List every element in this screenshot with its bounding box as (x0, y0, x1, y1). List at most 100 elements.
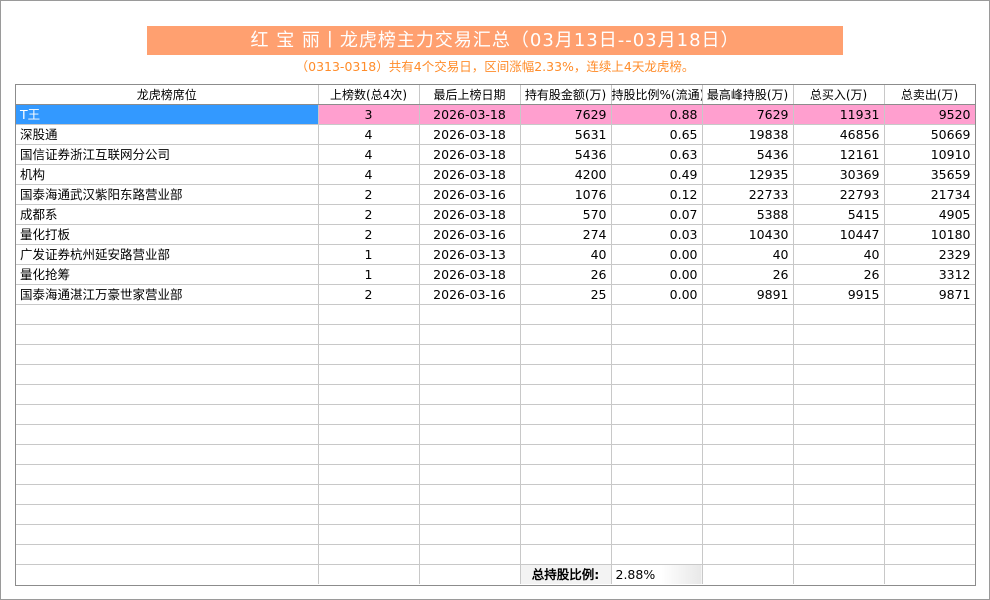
empty-cell (611, 404, 703, 425)
column-header-holding-amount[interactable]: 持有股金额(万) (520, 85, 612, 105)
table-row[interactable]: 国泰海通湛江万豪世家营业部 2 2026-03-16 25 0.00 9891 9915 98… (16, 284, 975, 305)
empty-cell (884, 544, 975, 565)
cell-total-buy: 11931 (793, 104, 885, 125)
table-row[interactable]: 国泰海通武汉紫阳东路营业部 2 2026-03-16 1076 0.12 22733 227… (16, 184, 975, 205)
table-row[interactable]: 成都系 2 2026-03-18 570 0.07 5388 5415 4905 (16, 204, 975, 225)
cell-holding-amount: 5436 (520, 144, 612, 165)
empty-cell (793, 424, 885, 445)
column-header-total-sell[interactable]: 总卖出(万) (884, 85, 975, 105)
empty-cell (611, 524, 703, 545)
empty-row (16, 404, 975, 425)
cell-holding-ratio: 0.49 (611, 164, 703, 185)
column-header-peak-holding[interactable]: 最高峰持股(万) (702, 85, 794, 105)
empty-row (16, 424, 975, 445)
empty-cell (702, 444, 794, 465)
table-row[interactable]: T王 3 2026-03-18 7629 0.88 7629 11931 9520 (16, 104, 975, 125)
table-row[interactable]: 广发证券杭州延安路营业部 1 2026-03-13 40 0.00 40 40 2329 (16, 244, 975, 265)
empty-cell (884, 304, 975, 325)
cell-peak-holding: 19838 (702, 124, 794, 145)
empty-cell (520, 324, 612, 345)
empty-cell (318, 484, 420, 505)
footer-empty-cell (318, 564, 420, 584)
empty-cell (702, 364, 794, 385)
empty-cell (884, 344, 975, 365)
table-row[interactable]: 机构 4 2026-03-18 4200 0.49 12935 30369 35659 (16, 164, 975, 185)
cell-seat-name: 国泰海通湛江万豪世家营业部 (16, 284, 319, 305)
empty-cell (702, 404, 794, 425)
empty-cell (884, 504, 975, 525)
cell-holding-ratio: 0.03 (611, 224, 703, 245)
cell-total-buy: 40 (793, 244, 885, 265)
cell-total-buy: 30369 (793, 164, 885, 185)
empty-cell (419, 464, 521, 485)
column-header-total-buy[interactable]: 总买入(万) (793, 85, 885, 105)
empty-row (16, 524, 975, 545)
empty-cell (611, 324, 703, 345)
cell-total-sell: 35659 (884, 164, 975, 185)
table-row[interactable]: 国信证券浙江互联网分公司 4 2026-03-18 5436 0.63 5436 12161… (16, 144, 975, 165)
footer-empty-cell (793, 564, 885, 584)
dragon-tiger-table-container[interactable]: 龙虎榜席位 上榜数(总4次) 最后上榜日期 持有股金额(万) 持股比例%(流通)… (15, 84, 976, 586)
cell-holding-ratio: 0.07 (611, 204, 703, 225)
empty-cell (520, 504, 612, 525)
cell-total-buy: 5415 (793, 204, 885, 225)
empty-cell (318, 404, 420, 425)
empty-cell (702, 524, 794, 545)
cell-seat-name: 深股通 (16, 124, 319, 145)
cell-total-sell: 21734 (884, 184, 975, 205)
cell-holding-ratio: 0.00 (611, 244, 703, 265)
column-header-appearances[interactable]: 上榜数(总4次) (318, 85, 420, 105)
empty-row (16, 304, 975, 325)
cell-holding-amount: 25 (520, 284, 612, 305)
empty-cell (419, 424, 521, 445)
cell-total-sell: 3312 (884, 264, 975, 285)
column-header-seat[interactable]: 龙虎榜席位 (16, 85, 319, 105)
table-row[interactable]: 深股通 4 2026-03-18 5631 0.65 19838 46856 50669 (16, 124, 975, 145)
table-row[interactable]: 量化打板 2 2026-03-16 274 0.03 10430 10447 10180 (16, 224, 975, 245)
empty-cell (520, 384, 612, 405)
empty-cell (16, 444, 319, 465)
empty-cell (702, 484, 794, 505)
empty-cell (520, 404, 612, 425)
empty-cell (793, 464, 885, 485)
empty-cell (520, 484, 612, 505)
empty-cell (793, 324, 885, 345)
cell-holding-amount: 4200 (520, 164, 612, 185)
empty-cell (793, 504, 885, 525)
column-header-holding-ratio[interactable]: 持股比例%(流通) (611, 85, 703, 105)
empty-cell (702, 344, 794, 365)
empty-cell (419, 344, 521, 365)
empty-cell (520, 364, 612, 385)
empty-cell (318, 304, 420, 325)
cell-total-sell: 50669 (884, 124, 975, 145)
cell-peak-holding: 5388 (702, 204, 794, 225)
empty-cell (419, 304, 521, 325)
cell-holding-ratio: 0.65 (611, 124, 703, 145)
empty-cell (793, 384, 885, 405)
empty-cell (793, 344, 885, 365)
cell-total-buy: 26 (793, 264, 885, 285)
cell-seat-name: 量化打板 (16, 224, 319, 245)
empty-cell (884, 484, 975, 505)
empty-cell (520, 344, 612, 365)
empty-cell (16, 304, 319, 325)
empty-cell (419, 524, 521, 545)
cell-appearances: 4 (318, 164, 420, 185)
total-holding-ratio-label: 总持股比例: (520, 564, 612, 584)
empty-row (16, 504, 975, 525)
empty-cell (520, 444, 612, 465)
empty-row (16, 464, 975, 485)
empty-cell (520, 424, 612, 445)
column-header-last-date[interactable]: 最后上榜日期 (419, 85, 521, 105)
cell-appearances: 2 (318, 224, 420, 245)
empty-cell (318, 464, 420, 485)
cell-peak-holding: 26 (702, 264, 794, 285)
cell-last-date: 2026-03-18 (419, 264, 521, 285)
empty-cell (702, 544, 794, 565)
empty-cell (884, 384, 975, 405)
empty-cell (520, 544, 612, 565)
empty-cell (318, 364, 420, 385)
empty-cell (520, 524, 612, 545)
cell-total-buy: 12161 (793, 144, 885, 165)
table-row[interactable]: 量化抢筹 1 2026-03-18 26 0.00 26 26 3312 (16, 264, 975, 285)
